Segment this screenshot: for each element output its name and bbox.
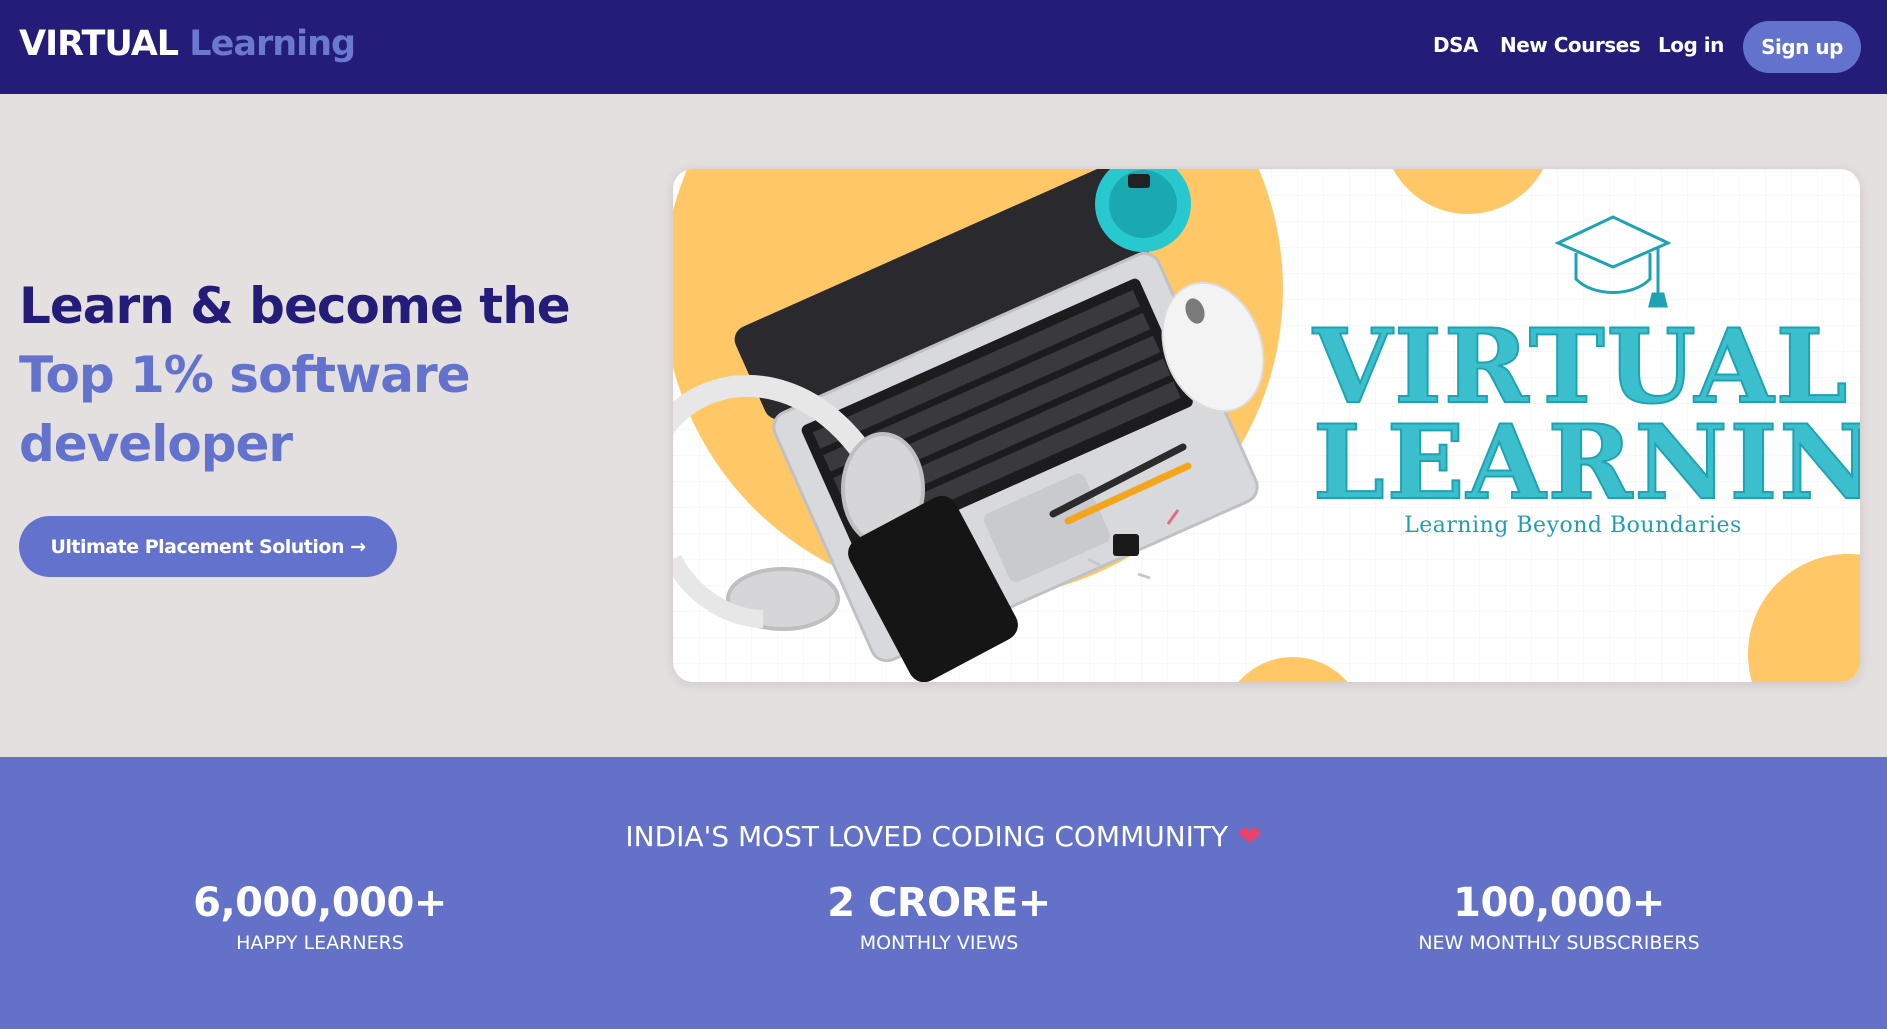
hero-headline: Learn & become the Top 1% software devel… xyxy=(19,272,619,479)
stat-label: MONTHLY VIEWS xyxy=(859,932,1019,954)
stat-label: NEW MONTHLY SUBSCRIBERS xyxy=(1418,932,1700,954)
nav-link-new-courses[interactable]: New Courses xyxy=(1500,33,1641,57)
hero-line-2: Top 1% software xyxy=(19,346,471,404)
banner-title-line-2: LEARNING xyxy=(1312,403,1860,523)
stat-label: HAPPY LEARNERS xyxy=(236,932,404,954)
stat-happy-learners: 6,000,000+ HAPPY LEARNERS xyxy=(10,880,630,954)
stat-value: 100,000+ xyxy=(1453,880,1665,926)
top-navbar: VIRTUAL Learning DSA New Courses Log in … xyxy=(0,0,1887,94)
binder-clip-icon xyxy=(1113,534,1139,556)
banner-title-line-1: VIRTUAL xyxy=(1312,307,1850,427)
signup-button[interactable]: Sign up xyxy=(1743,21,1861,73)
stats-heading: INDIA'S MOST LOVED CODING COMMUNITY ❤ xyxy=(0,820,1887,853)
hero-line-1: Learn & become the xyxy=(19,277,571,335)
stat-value: 2 CRORE+ xyxy=(827,880,1051,926)
nav-link-login[interactable]: Log in xyxy=(1658,33,1724,57)
hero-line-3: developer xyxy=(19,415,293,473)
placement-solution-button[interactable]: Ultimate Placement Solution → xyxy=(19,516,397,577)
stats-heading-text: INDIA'S MOST LOVED CODING COMMUNITY xyxy=(625,820,1229,853)
nav-link-dsa[interactable]: DSA xyxy=(1433,33,1478,57)
site-logo[interactable]: VIRTUAL Learning xyxy=(19,24,356,64)
banner-title: VIRTUAL LEARNING xyxy=(1312,307,1860,523)
banner-subtitle: Learning Beyond Boundaries xyxy=(1404,513,1742,538)
heart-icon: ❤ xyxy=(1238,820,1262,853)
community-stats-section: INDIA'S MOST LOVED CODING COMMUNITY ❤ 6,0… xyxy=(0,757,1887,1029)
stat-value: 6,000,000+ xyxy=(193,880,447,926)
hero-banner-image: VIRTUAL LEARNING Learning Beyond Boundar… xyxy=(673,169,1860,682)
stat-monthly-subscribers: 100,000+ NEW MONTHLY SUBSCRIBERS xyxy=(1249,880,1869,954)
logo-learning: Learning xyxy=(189,24,356,64)
stat-monthly-views: 2 CRORE+ MONTHLY VIEWS xyxy=(629,880,1249,954)
logo-virtual: VIRTUAL xyxy=(19,24,179,64)
